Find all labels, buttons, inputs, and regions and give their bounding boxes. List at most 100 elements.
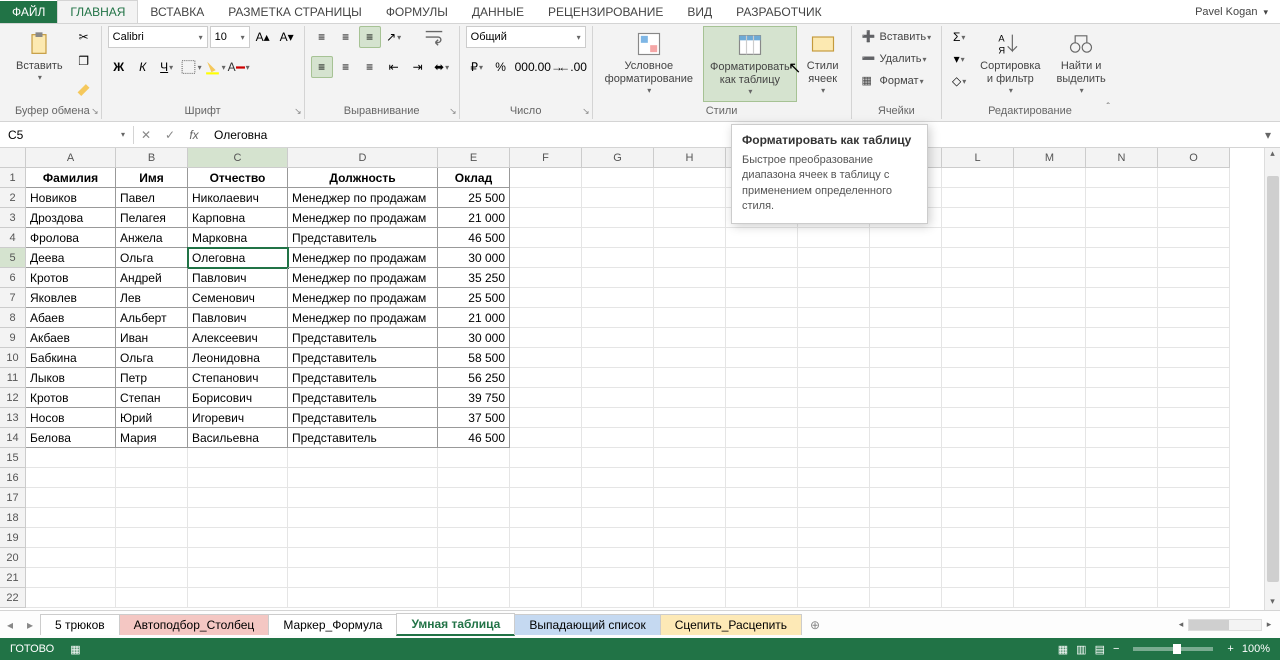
cell[interactable] bbox=[798, 528, 870, 548]
cell[interactable]: Должность bbox=[288, 168, 438, 188]
cell[interactable] bbox=[510, 468, 582, 488]
column-header-O[interactable]: O bbox=[1158, 148, 1230, 168]
formulas-tab[interactable]: ФОРМУЛЫ bbox=[374, 1, 460, 23]
cell[interactable]: Кротов bbox=[26, 388, 116, 408]
cell[interactable]: Ольга bbox=[116, 248, 188, 268]
indent-inc-button[interactable]: ⇥ bbox=[407, 56, 429, 78]
cell[interactable] bbox=[188, 508, 288, 528]
cell[interactable] bbox=[870, 548, 942, 568]
cell[interactable] bbox=[1086, 448, 1158, 468]
cell[interactable] bbox=[726, 228, 798, 248]
cell[interactable] bbox=[510, 388, 582, 408]
dec-inc-button[interactable]: .00→ bbox=[538, 56, 560, 78]
cell[interactable] bbox=[870, 508, 942, 528]
cell[interactable] bbox=[726, 408, 798, 428]
cell[interactable] bbox=[798, 328, 870, 348]
cell-styles-button[interactable]: Стили ячеек▾ bbox=[801, 26, 845, 100]
cell[interactable] bbox=[1086, 348, 1158, 368]
cell[interactable] bbox=[1158, 228, 1230, 248]
cell[interactable]: Имя bbox=[116, 168, 188, 188]
cell[interactable] bbox=[942, 468, 1014, 488]
row-header[interactable]: 7 bbox=[0, 288, 26, 308]
cell[interactable] bbox=[582, 368, 654, 388]
row-header[interactable]: 15 bbox=[0, 448, 26, 468]
row-header[interactable]: 10 bbox=[0, 348, 26, 368]
cell[interactable] bbox=[1086, 588, 1158, 608]
cell[interactable] bbox=[510, 328, 582, 348]
user-menu[interactable]: Pavel Kogan bbox=[1183, 2, 1280, 22]
cell[interactable]: Павлович bbox=[188, 308, 288, 328]
row-header[interactable]: 19 bbox=[0, 528, 26, 548]
cell[interactable] bbox=[116, 508, 188, 528]
cell[interactable] bbox=[1086, 188, 1158, 208]
layout-tab[interactable]: РАЗМЕТКА СТРАНИЦЫ bbox=[216, 1, 374, 23]
cell[interactable] bbox=[942, 528, 1014, 548]
cell[interactable]: Менеджер по продажам bbox=[288, 308, 438, 328]
column-header-F[interactable]: F bbox=[510, 148, 582, 168]
cell[interactable]: 37 500 bbox=[438, 408, 510, 428]
cell[interactable] bbox=[582, 588, 654, 608]
zoom-in-button[interactable]: + bbox=[1227, 643, 1233, 655]
cell[interactable] bbox=[654, 348, 726, 368]
cell[interactable] bbox=[870, 428, 942, 448]
macro-record-icon[interactable]: ▦ bbox=[70, 643, 80, 656]
cell[interactable] bbox=[726, 548, 798, 568]
cell[interactable] bbox=[116, 568, 188, 588]
cell[interactable]: 58 500 bbox=[438, 348, 510, 368]
cell[interactable] bbox=[1086, 208, 1158, 228]
cell[interactable] bbox=[438, 588, 510, 608]
cell[interactable] bbox=[726, 448, 798, 468]
cell[interactable]: Представитель bbox=[288, 428, 438, 448]
cell[interactable] bbox=[870, 368, 942, 388]
cell[interactable]: Представитель bbox=[288, 348, 438, 368]
zoom-level[interactable]: 100% bbox=[1242, 643, 1270, 655]
cell[interactable]: Абаев bbox=[26, 308, 116, 328]
cell[interactable] bbox=[1158, 348, 1230, 368]
cell[interactable] bbox=[654, 428, 726, 448]
cell[interactable] bbox=[798, 308, 870, 328]
cell[interactable]: Леонидовна bbox=[188, 348, 288, 368]
cell[interactable] bbox=[942, 508, 1014, 528]
column-header-D[interactable]: D bbox=[288, 148, 438, 168]
cell[interactable] bbox=[1086, 328, 1158, 348]
cell[interactable] bbox=[510, 228, 582, 248]
cell[interactable] bbox=[510, 528, 582, 548]
new-sheet-button[interactable]: ⊕ bbox=[801, 618, 829, 632]
cell[interactable] bbox=[798, 448, 870, 468]
cell[interactable] bbox=[654, 288, 726, 308]
cell[interactable] bbox=[582, 548, 654, 568]
cell[interactable]: Представитель bbox=[288, 328, 438, 348]
cell[interactable]: Карповна bbox=[188, 208, 288, 228]
cell[interactable] bbox=[510, 188, 582, 208]
cell[interactable] bbox=[582, 168, 654, 188]
bold-button[interactable]: Ж bbox=[108, 56, 130, 78]
cell[interactable]: Менеджер по продажам bbox=[288, 268, 438, 288]
cell[interactable] bbox=[1158, 468, 1230, 488]
cell[interactable] bbox=[1014, 528, 1086, 548]
cell[interactable] bbox=[942, 408, 1014, 428]
cell[interactable] bbox=[942, 388, 1014, 408]
cell[interactable] bbox=[870, 408, 942, 428]
italic-button[interactable]: К bbox=[132, 56, 154, 78]
cell[interactable] bbox=[798, 268, 870, 288]
cell[interactable] bbox=[116, 488, 188, 508]
cell[interactable] bbox=[188, 468, 288, 488]
cell[interactable] bbox=[288, 588, 438, 608]
cell[interactable] bbox=[654, 488, 726, 508]
cell[interactable] bbox=[582, 328, 654, 348]
cell[interactable]: Петр bbox=[116, 368, 188, 388]
cell[interactable] bbox=[510, 348, 582, 368]
cell[interactable] bbox=[798, 588, 870, 608]
cell[interactable]: Менеджер по продажам bbox=[288, 248, 438, 268]
cell[interactable] bbox=[116, 548, 188, 568]
cell[interactable] bbox=[1014, 488, 1086, 508]
cell[interactable] bbox=[942, 548, 1014, 568]
cell[interactable] bbox=[510, 448, 582, 468]
cell[interactable] bbox=[26, 468, 116, 488]
cell[interactable] bbox=[726, 428, 798, 448]
cell[interactable] bbox=[726, 508, 798, 528]
cell[interactable] bbox=[726, 528, 798, 548]
cell[interactable] bbox=[654, 468, 726, 488]
cell[interactable] bbox=[654, 548, 726, 568]
cell[interactable]: Фролова bbox=[26, 228, 116, 248]
